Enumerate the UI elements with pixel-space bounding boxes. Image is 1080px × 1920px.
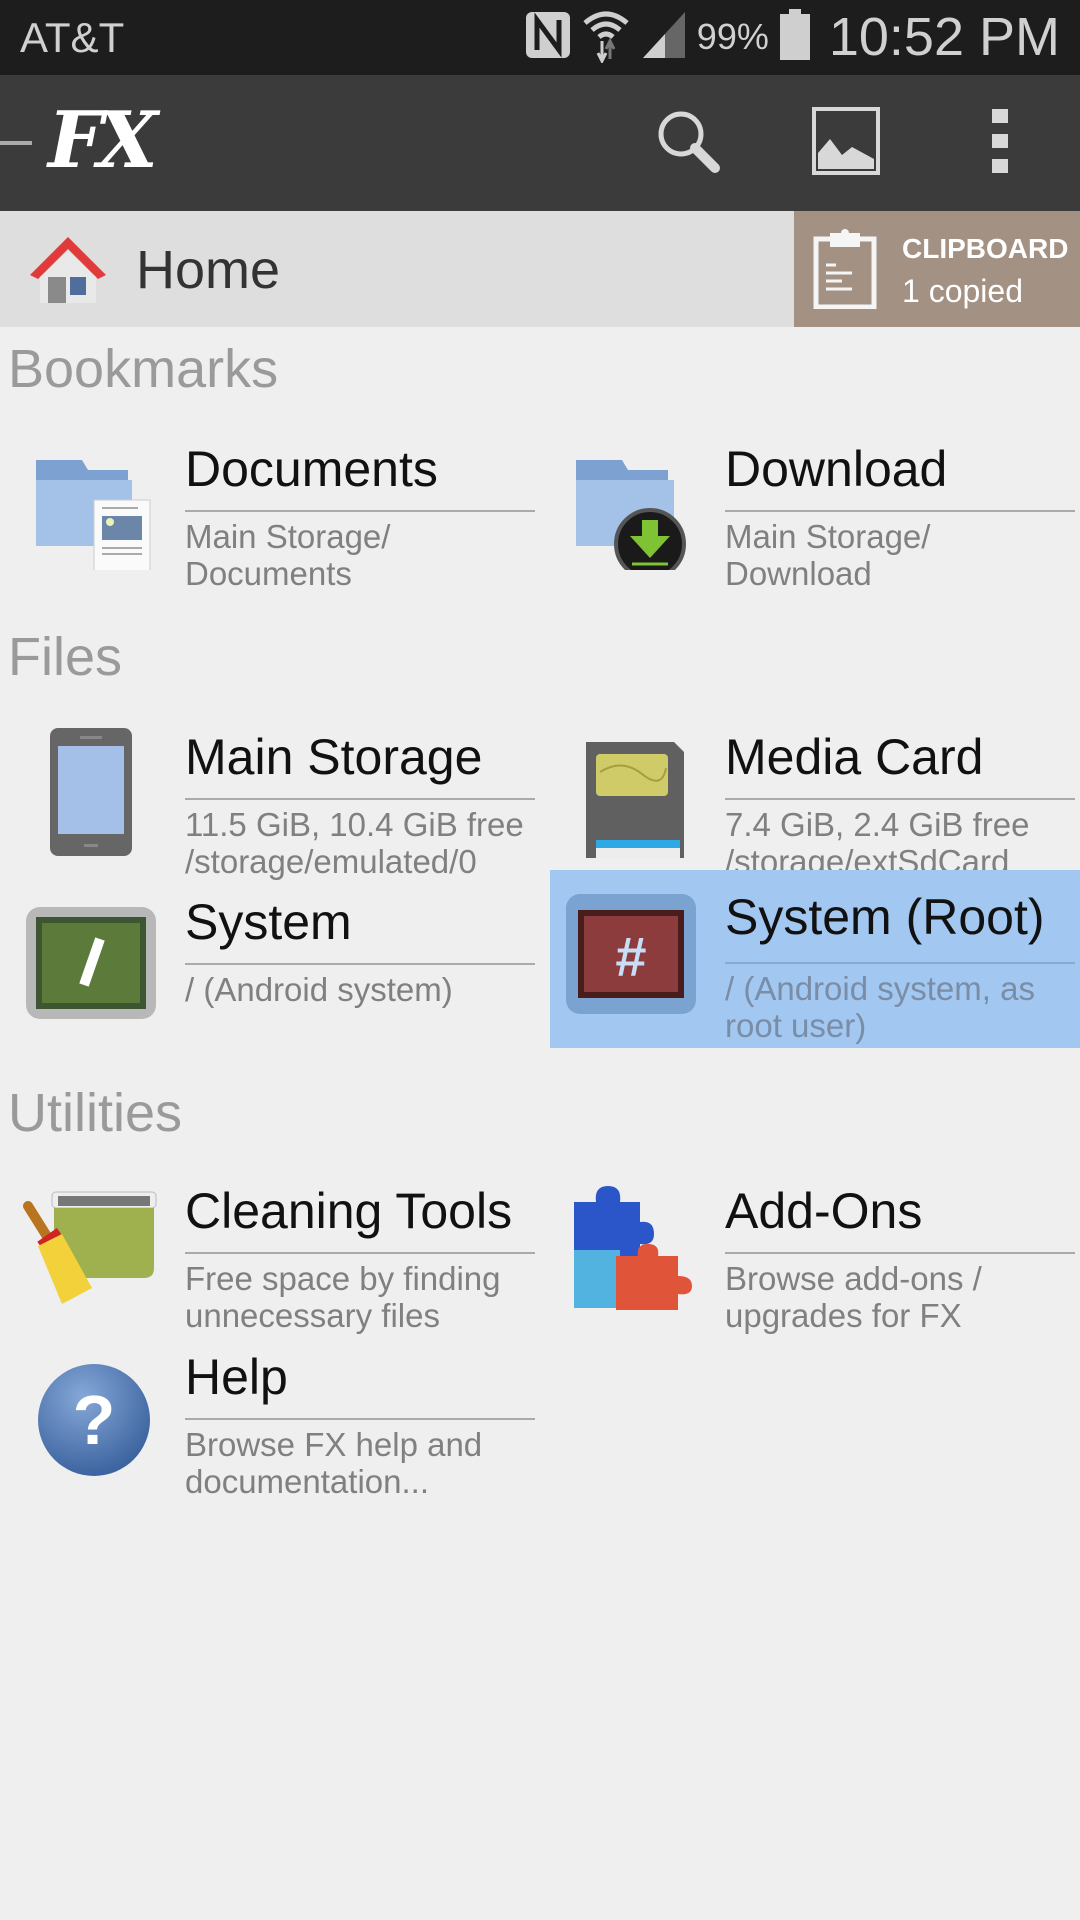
tile-title: Cleaning Tools [185, 1183, 513, 1239]
tile-add-ons[interactable]: Add-Ons Browse add-ons / upgrades for FX [540, 1172, 1080, 1337]
search-button[interactable] [648, 103, 728, 183]
divider [185, 798, 535, 800]
section-title-bookmarks: Bookmarks [8, 339, 279, 399]
wifi-icon [581, 7, 631, 68]
tile-download[interactable]: Download Main Storage/ Download [540, 430, 1080, 595]
tile-subtitle: Browse add-ons / upgrades for FX [725, 1260, 982, 1334]
clipboard-title: CLIPBOARD [902, 233, 1069, 264]
tile-title: Documents [185, 441, 438, 497]
divider [725, 962, 1075, 964]
divider [725, 798, 1075, 800]
image-view-button[interactable] [806, 103, 886, 183]
download-folder-icon [562, 440, 686, 580]
tile-title: Media Card [725, 729, 984, 785]
search-icon [653, 106, 723, 181]
tile-title: System (Root) [725, 889, 1045, 945]
tile-media-card[interactable]: Media Card 7.4 GiB, 2.4 GiB free /storag… [540, 718, 1080, 883]
app-logo[interactable]: FX [48, 95, 158, 186]
section-title-utilities: Utilities [8, 1083, 183, 1143]
status-bar: AT&T 99% 10:52 PM [0, 0, 1080, 75]
tile-title: Download [725, 441, 948, 497]
action-bar: FX [0, 75, 1080, 211]
tile-system-root[interactable]: # System (Root) / (Android system, as ro… [550, 870, 1080, 1048]
tile-subtitle: Main Storage/ Documents [185, 518, 391, 592]
tile-cleaning-tools[interactable]: Cleaning Tools Free space by finding unn… [0, 1172, 540, 1337]
svg-text:#: # [615, 925, 646, 988]
tile-title: Main Storage [185, 729, 483, 785]
system-terminal-icon [22, 893, 156, 1019]
tile-subtitle: Free space by finding unnecessary files [185, 1260, 501, 1334]
tile-title: Help [185, 1349, 288, 1405]
sd-card-icon [562, 728, 684, 864]
tile-help[interactable]: ? Help Browse FX help and documentation.… [0, 1338, 540, 1503]
tile-documents[interactable]: Documents Main Storage/ Documents [0, 430, 540, 595]
battery-icon [779, 8, 811, 66]
section-title-files: Files [8, 627, 123, 687]
overflow-menu-button[interactable] [960, 103, 1040, 183]
tile-main-storage[interactable]: Main Storage 11.5 GiB, 10.4 GiB free /st… [0, 718, 540, 883]
battery-percent: 99% [696, 16, 769, 57]
signal-icon [641, 10, 687, 65]
svg-text:?: ? [73, 1381, 116, 1459]
divider [725, 510, 1075, 512]
divider [185, 1252, 535, 1254]
clipboard-status: 1 copied [902, 273, 1023, 309]
clipboard-icon [812, 229, 878, 314]
clipboard-button[interactable]: CLIPBOARD 1 copied [794, 211, 1080, 327]
cleaning-broom-icon [22, 1182, 157, 1304]
nfc-icon [525, 10, 571, 65]
carrier-label: AT&T [20, 14, 125, 61]
tile-subtitle: / (Android system) [185, 971, 453, 1008]
tile-subtitle: 7.4 GiB, 2.4 GiB free /storage/extSdCard [725, 806, 1030, 880]
drawer-indicator[interactable] [0, 141, 32, 145]
tile-system[interactable]: System / (Android system) [0, 883, 540, 1048]
divider [185, 1418, 535, 1420]
root-terminal-icon: # [566, 894, 696, 1014]
puzzle-icon [562, 1182, 692, 1310]
help-icon: ? [22, 1348, 150, 1476]
divider [185, 963, 535, 965]
tile-subtitle: 11.5 GiB, 10.4 GiB free /storage/emulate… [185, 806, 524, 880]
documents-folder-icon [22, 440, 151, 577]
tile-title: System [185, 894, 352, 950]
tile-title: Add-Ons [725, 1183, 923, 1239]
clock: 10:52 PM [828, 7, 1060, 67]
tile-subtitle: Main Storage/ Download [725, 518, 931, 592]
divider [185, 510, 535, 512]
breadcrumb: Home CLIPBOARD 1 copied [0, 211, 1080, 327]
more-vert-icon [990, 108, 1010, 178]
tile-subtitle: Browse FX help and documentation... [185, 1426, 483, 1500]
tile-subtitle: / (Android system, as root user) [725, 970, 1035, 1044]
divider [725, 1252, 1075, 1254]
breadcrumb-home[interactable]: Home [136, 239, 280, 301]
image-icon [812, 106, 880, 180]
home-icon[interactable] [26, 233, 110, 310]
phone-storage-icon [22, 728, 142, 856]
